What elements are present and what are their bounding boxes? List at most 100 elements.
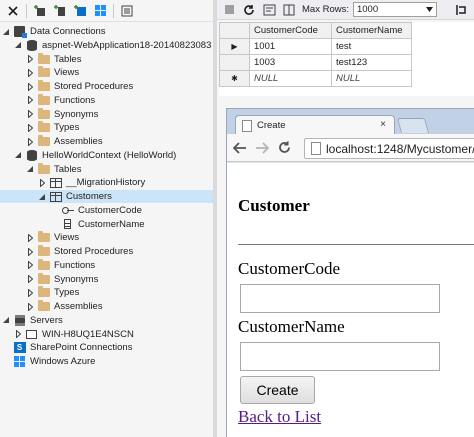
tree-node[interactable]: Synonyms [0,107,213,121]
tree-node-label: HelloWorldContext (HelloWorld) [42,149,177,161]
tree-node[interactable]: Tables [0,162,213,176]
tree-node[interactable]: Synonyms [0,272,213,286]
forward-arrow-icon[interactable] [253,139,271,157]
grid-cell[interactable]: NULL [331,70,412,87]
collapsed-arrow-icon[interactable] [26,94,34,107]
connect-sharepoint-icon[interactable] [73,4,87,18]
expanded-arrow-icon[interactable] [14,39,22,52]
refresh-icon[interactable] [6,4,20,18]
browser-tab[interactable]: Create × [235,115,395,135]
tree-node[interactable]: Views [0,231,213,244]
customer-name-label: CustomerName [238,317,345,336]
tree-node[interactable]: __MigrationHistory [0,176,213,189]
tree-node[interactable]: Data Connections [0,25,213,38]
collapsed-arrow-icon[interactable] [26,135,34,148]
divider [238,244,474,245]
back-to-list-link[interactable]: Back to List [238,407,321,427]
tree-node[interactable]: Stored Procedures [0,245,213,258]
tree-node-label: CustomerCode [78,204,142,216]
tree-node[interactable]: Views [0,66,213,79]
grid-row[interactable]: ✱ NULL NULL [219,70,412,87]
computer-icon [25,329,38,340]
customer-code-input[interactable] [240,284,440,313]
sql-icon[interactable] [261,2,277,18]
expanded-arrow-icon[interactable] [38,190,46,203]
folder-icon [37,80,50,92]
tree-node[interactable]: Customers [0,190,213,203]
tree-node[interactable]: S SharePoint Connections [0,341,213,354]
browser-tab-title: Create [257,120,286,131]
expanded-arrow-icon[interactable] [2,314,10,327]
expanded-arrow-icon[interactable] [2,25,10,38]
grid-row[interactable]: ▶ 1001 test [219,38,412,55]
tree-node[interactable]: Assemblies [0,135,213,148]
collapsed-arrow-icon[interactable] [26,121,34,134]
grid-cell[interactable]: test123 [331,54,412,71]
tree-node[interactable]: Stored Procedures [0,80,213,93]
back-arrow-icon[interactable] [231,139,249,157]
collapsed-arrow-icon[interactable] [26,66,34,79]
collapsed-arrow-icon[interactable] [26,108,34,121]
tree-node-label: __MigrationHistory [66,177,146,189]
tree-node[interactable]: CustomerName [0,218,213,231]
collapsed-arrow-icon[interactable] [38,176,46,189]
refresh-data-icon[interactable] [241,2,257,18]
connect-server-icon[interactable] [53,4,67,18]
collapsed-arrow-icon[interactable] [26,300,34,313]
max-rows-select[interactable]: 1000 [352,2,437,17]
grid-column-header[interactable]: CustomerName [331,22,412,39]
connection-icon [25,39,38,51]
tree-node[interactable]: Functions [0,258,213,272]
toggle-panes-icon[interactable] [281,2,297,18]
row-header[interactable] [219,54,250,71]
new-tab-button[interactable] [396,118,430,133]
collapsed-arrow-icon[interactable] [26,53,34,66]
connect-azure-icon[interactable] [93,4,107,18]
tree-node[interactable]: Types [0,286,213,299]
tree-node[interactable]: Windows Azure [0,355,213,368]
properties-icon[interactable] [120,4,134,18]
tree-node[interactable]: CustomerCode [0,204,213,217]
tree-node[interactable]: WIN-H8UQ1E4NSCN [0,328,213,341]
collapsed-arrow-icon[interactable] [26,286,34,299]
grid-cell[interactable]: test [331,38,412,55]
folder-icon [37,258,50,271]
grid-column-header[interactable]: CustomerCode [249,22,332,39]
collapsed-arrow-icon[interactable] [14,328,22,341]
collapsed-arrow-icon[interactable] [26,259,34,272]
tree-node[interactable]: HelloWorldContext (HelloWorld) [0,149,213,162]
tree-node[interactable]: Tables [0,52,213,66]
collapsed-arrow-icon[interactable] [26,231,34,244]
tree-node[interactable]: Functions [0,93,213,107]
current-row-icon[interactable]: ▶ [219,38,250,55]
close-icon[interactable]: × [380,119,386,130]
collapsed-arrow-icon[interactable] [26,245,34,258]
new-row-icon[interactable]: ✱ [219,70,250,87]
address-bar[interactable]: localhost:1248/Mycustomer/Create [304,138,474,159]
grid-row[interactable]: 1003 test123 [219,54,412,71]
tree-node[interactable]: Servers [0,314,213,327]
toolbar-overflow-icon[interactable] [453,2,469,18]
tree-node-label: Synonyms [54,108,99,120]
create-button[interactable]: Create [240,376,315,404]
tree-node-label: WIN-H8UQ1E4NSCN [42,328,134,340]
grid-cell[interactable]: NULL [249,70,332,87]
browser-window: Create × localhost:1248/Mycustomer/Creat… [226,108,474,437]
expanded-arrow-icon[interactable] [26,163,34,176]
grid-cell[interactable]: 1001 [249,38,332,55]
collapsed-arrow-icon[interactable] [26,273,34,286]
panel-splitter[interactable] [213,0,217,437]
connection-icon [25,149,38,161]
reload-icon[interactable] [275,139,293,157]
expanded-arrow-icon[interactable] [14,149,22,162]
web-page: Customer CustomerCode CustomerName Creat… [227,163,474,437]
customer-name-input[interactable] [240,342,440,371]
tree-node[interactable]: aspnet-WebApplication18-20140823083 [0,39,213,52]
grid-cell[interactable]: 1003 [249,54,332,71]
tree-node[interactable]: Assemblies [0,300,213,313]
tree-node[interactable]: Types [0,121,213,134]
connect-database-icon[interactable] [33,4,47,18]
stop-query-icon[interactable] [221,2,237,18]
max-rows-value: 1000 [356,4,379,15]
collapsed-arrow-icon[interactable] [26,80,34,93]
